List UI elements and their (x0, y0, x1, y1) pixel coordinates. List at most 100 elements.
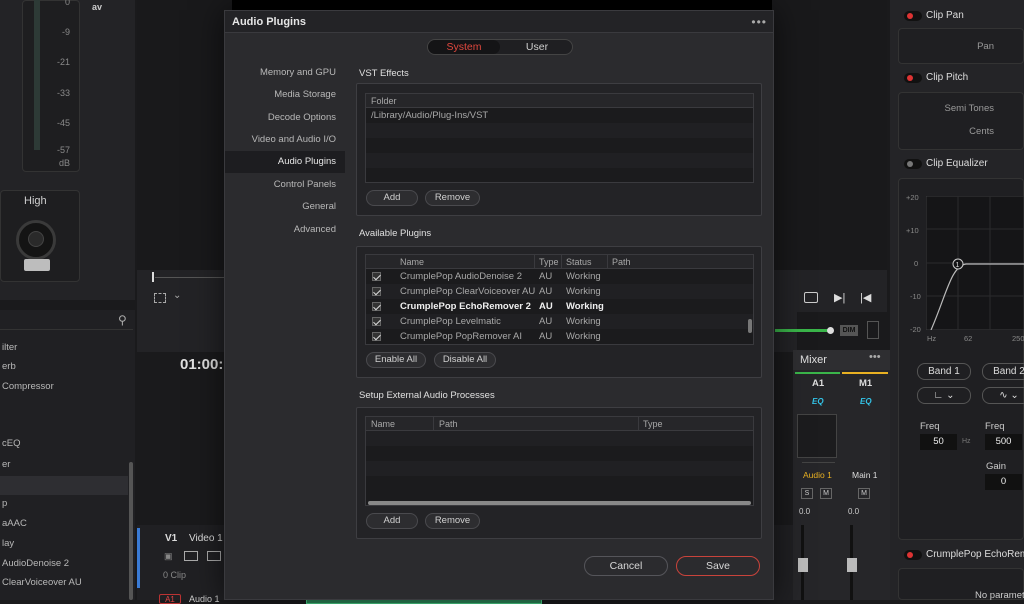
eq-graph[interactable]: 1 (926, 196, 1024, 330)
echo-remover-header[interactable]: CrumplePop EchoRemover (900, 546, 1024, 564)
table-row[interactable]: /Library/Audio/Plug-Ins/VST (366, 108, 753, 123)
crop-icon[interactable] (154, 293, 166, 303)
list-item[interactable]: p (0, 494, 128, 513)
column-header-path[interactable]: Path (439, 417, 458, 431)
mute-button[interactable]: M (858, 488, 870, 499)
enable-all-button[interactable]: Enable All (366, 352, 426, 368)
dialog-menu-icon[interactable]: ••• (751, 15, 767, 29)
external-processes-table[interactable]: Name Path Type (365, 416, 754, 506)
external-add-button[interactable]: Add (366, 513, 418, 529)
plugin-enable-checkbox[interactable] (372, 286, 381, 296)
list-item[interactable]: lay (0, 534, 128, 553)
fader-handle[interactable] (798, 558, 808, 572)
fader-handle[interactable] (847, 558, 857, 572)
band1-filter-dropdown[interactable]: ∟ ⌄ (917, 387, 971, 404)
list-item[interactable]: er (0, 455, 128, 474)
solo-button[interactable]: S (801, 488, 813, 499)
eq-indicator[interactable]: EQ (812, 397, 824, 406)
play-prev-icon[interactable]: |◀ (860, 291, 871, 304)
playhead[interactable] (152, 272, 154, 282)
horizontal-scrollbar[interactable] (368, 501, 751, 505)
band2-filter-dropdown[interactable]: ∿ ⌄ (982, 387, 1024, 404)
knob-toggle-button[interactable] (24, 259, 50, 271)
panel-toggle-icon[interactable] (867, 321, 879, 339)
chevron-down-icon[interactable]: ⌄ (173, 290, 181, 301)
cancel-button[interactable]: Cancel (584, 556, 668, 576)
search-icon[interactable]: ⚲ (118, 313, 127, 327)
vst-folder-table[interactable]: Folder /Library/Audio/Plug-Ins/VST (365, 93, 754, 183)
auto-select-icon[interactable] (184, 551, 198, 561)
vst-add-button[interactable]: Add (366, 190, 418, 206)
clip-eq-header[interactable]: Clip Equalizer (900, 155, 1024, 173)
external-remove-button[interactable]: Remove (425, 513, 480, 529)
scrub-bar[interactable] (155, 277, 225, 278)
disable-all-button[interactable]: Disable All (434, 352, 496, 368)
list-item[interactable]: ilter (0, 338, 128, 357)
plugin-enable-checkbox[interactable] (372, 331, 381, 341)
plugins-scrollbar[interactable] (748, 319, 752, 333)
clip-pan-header[interactable]: Clip Pan (900, 7, 1024, 25)
vst-remove-button[interactable]: Remove (425, 190, 480, 206)
volume-slider[interactable] (775, 329, 830, 332)
lock-icon[interactable]: ▣ (164, 551, 173, 562)
column-header-folder[interactable]: Folder (366, 94, 753, 108)
track-name[interactable]: Video 1 (189, 533, 223, 544)
mixer-options-icon[interactable]: ••• (869, 351, 881, 363)
loop-icon[interactable] (804, 292, 818, 303)
nav-decode-options[interactable]: Decode Options (225, 107, 345, 129)
save-button[interactable]: Save (676, 556, 760, 576)
track-label[interactable]: A1 (159, 594, 181, 604)
list-item[interactable]: ClearVoiceover AU (0, 573, 128, 592)
column-header-name[interactable]: Name (371, 417, 395, 431)
plugin-enable-checkbox[interactable] (372, 301, 381, 311)
table-row[interactable]: CrumplePop PopRemover AI AU Working (366, 329, 753, 344)
dim-button[interactable]: DIM (840, 325, 858, 336)
table-row[interactable]: CrumplePop EchoRemover 2 AU Working (366, 299, 753, 314)
toggle-icon[interactable] (904, 11, 922, 21)
band1-button[interactable]: Band 1 (917, 363, 971, 380)
list-scrollbar[interactable] (129, 462, 133, 600)
band1-freq-input[interactable]: 50 (920, 434, 957, 450)
available-plugins-table[interactable]: Name Type Status Path CrumplePop AudioDe… (365, 254, 754, 345)
effects-search-bar[interactable]: ⚲ (0, 312, 133, 330)
mute-button[interactable]: M (820, 488, 832, 499)
list-item[interactable]: erb (0, 357, 128, 376)
toggle-icon[interactable] (904, 159, 922, 169)
list-item[interactable]: Compressor (0, 377, 128, 396)
list-item[interactable]: cEQ (0, 434, 128, 453)
plugin-enable-checkbox[interactable] (372, 316, 381, 326)
band2-freq-input[interactable]: 500 (985, 434, 1022, 450)
table-row[interactable]: CrumplePop Levelmatic AU Working (366, 314, 753, 329)
nav-advanced[interactable]: Advanced (225, 219, 345, 241)
clip-pitch-header[interactable]: Clip Pitch (900, 69, 1024, 87)
toggle-icon[interactable] (904, 550, 922, 560)
nav-general[interactable]: General (225, 196, 345, 218)
list-item[interactable]: AudioDenoise 2 (0, 554, 128, 573)
nav-video-audio-io[interactable]: Video and Audio I/O (225, 129, 345, 151)
nav-media-storage[interactable]: Media Storage (225, 84, 345, 106)
track-name[interactable]: Audio 1 (189, 594, 220, 604)
volume-slider-handle[interactable] (827, 327, 834, 334)
column-header-status[interactable]: Status (566, 255, 592, 269)
plugin-enable-checkbox[interactable] (372, 271, 381, 281)
list-item-selected[interactable] (0, 476, 128, 495)
table-row[interactable]: CrumplePop ClearVoiceover AU AU Working (366, 284, 753, 299)
list-item[interactable]: aAAC (0, 514, 128, 533)
band2-button[interactable]: Band 2 (982, 363, 1024, 380)
column-header-type[interactable]: Type (643, 417, 663, 431)
nav-audio-plugins[interactable]: Audio Plugins (225, 151, 345, 173)
column-header-path[interactable]: Path (612, 255, 631, 269)
band2-gain-input[interactable]: 0 (985, 474, 1022, 490)
nav-memory-gpu[interactable]: Memory and GPU (225, 62, 345, 84)
column-header-type[interactable]: Type (539, 255, 559, 269)
column-header-name[interactable]: Name (400, 255, 424, 269)
pan-grid[interactable] (797, 414, 837, 458)
tab-user[interactable]: User (501, 40, 572, 54)
monitor-icon[interactable] (207, 551, 221, 561)
play-next-icon[interactable]: ▶| (834, 291, 845, 304)
nav-control-panels[interactable]: Control Panels (225, 174, 345, 196)
table-row[interactable]: CrumplePop AudioDenoise 2 AU Working (366, 269, 753, 284)
eq-indicator[interactable]: EQ (860, 397, 872, 406)
tab-system[interactable]: System (428, 40, 500, 54)
toggle-icon[interactable] (904, 73, 922, 83)
